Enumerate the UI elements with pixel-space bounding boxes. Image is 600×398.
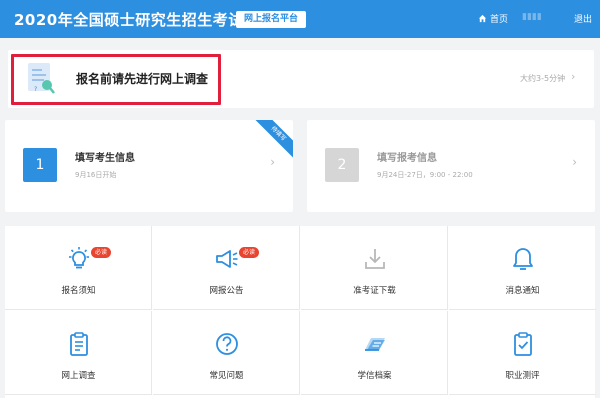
- grid-item-admission-ticket-download[interactable]: 准考证下载: [301, 226, 448, 310]
- survey-document-icon: ?: [28, 63, 55, 94]
- check-clipboard-icon: [514, 332, 532, 356]
- grid-item-chsi-archive[interactable]: 学信档案: [301, 311, 448, 395]
- home-icon: [478, 14, 487, 23]
- svg-text:?: ?: [34, 86, 37, 93]
- must-read-badge: 必读: [239, 247, 260, 258]
- must-read-badge: 必读: [91, 247, 112, 258]
- nav-username: ▮▮▮▮: [522, 12, 542, 22]
- nav-home-label: 首页: [490, 15, 509, 25]
- archive-icon: [365, 338, 385, 351]
- top-bar: 2020年全国硕士研究生招生考试 网上报名平台 首页 ▮▮▮▮ 退出: [0, 0, 600, 38]
- step-date: 9月24日-27日，9:00 - 22:00: [377, 171, 473, 179]
- grid-item-faq[interactable]: 常见问题: [153, 311, 300, 395]
- grid-item-label: 常见问题: [209, 371, 244, 381]
- grid-item-label: 学信档案: [357, 371, 392, 381]
- step-number: 1: [23, 148, 57, 182]
- chevron-right-icon: ›: [270, 155, 275, 169]
- page-title: 2020年全国硕士研究生招生考试: [14, 11, 244, 29]
- grid-item-label: 消息通知: [505, 286, 540, 296]
- grid-item-label: 网上调查: [61, 371, 96, 381]
- download-icon: [365, 249, 385, 269]
- platform-badge: 网上报名平台: [236, 11, 307, 28]
- megaphone-icon: [216, 250, 238, 268]
- chevron-right-icon: ›: [571, 70, 576, 83]
- step-title: 填写考生信息: [75, 153, 135, 164]
- question-icon: [216, 333, 238, 355]
- step-card-fill-candidate-info[interactable]: 1 填写考生信息 9月16日开始 › 待填写: [5, 120, 293, 212]
- logout-link[interactable]: 退出: [574, 12, 592, 25]
- function-grid: 必读 报名须知 必读 网报公告 准考证下载 消息通知 网上调查 常见问题 学信档…: [5, 226, 596, 398]
- step-number: 2: [325, 148, 359, 182]
- grid-item-label: 职业测评: [505, 371, 540, 381]
- grid-item-career-assessment[interactable]: 职业测评: [449, 311, 596, 395]
- survey-time-hint: 大约3-5分钟: [520, 74, 566, 83]
- grid-item-announcements[interactable]: 必读 网报公告: [153, 226, 300, 310]
- grid-item-online-survey[interactable]: 网上调查: [5, 311, 152, 395]
- clipboard-icon: [70, 332, 88, 356]
- grid-item-label: 网报公告: [209, 286, 244, 296]
- step-card-fill-application-info[interactable]: 2 填写报考信息 9月24日-27日，9:00 - 22:00 ›: [307, 120, 595, 212]
- survey-title: 报名前请先进行网上调查: [76, 72, 209, 86]
- nav-home-link[interactable]: 首页: [478, 12, 508, 25]
- bell-icon: [513, 248, 533, 270]
- step-title: 填写报考信息: [377, 153, 437, 164]
- chevron-right-icon: ›: [572, 155, 577, 169]
- grid-item-registration-notice[interactable]: 必读 报名须知: [5, 226, 152, 310]
- bulb-icon: [69, 247, 89, 269]
- grid-item-notifications[interactable]: 消息通知: [449, 226, 596, 310]
- grid-item-label: 报名须知: [61, 286, 96, 296]
- step-date: 9月16日开始: [75, 171, 117, 179]
- grid-item-label: 准考证下载: [353, 286, 396, 296]
